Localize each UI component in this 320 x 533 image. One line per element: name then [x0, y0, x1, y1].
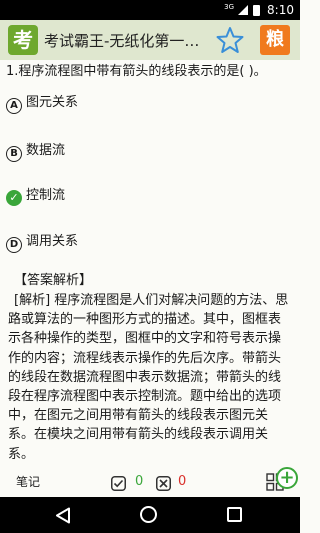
add-fab-button[interactable]: +	[276, 467, 298, 489]
analysis-heading: 【答案解析】	[14, 273, 93, 288]
ad-banner-icon[interactable]: 粮	[260, 25, 290, 55]
option-c[interactable]: ✓ 控制流	[6, 185, 286, 207]
status-bar: 3G 8:10	[0, 0, 300, 20]
question-text: 1.程序流程图中带有箭头的线段表示的是( )。	[6, 64, 267, 79]
app-logo-icon[interactable]: 考	[8, 25, 38, 55]
clock: 8:10	[267, 3, 294, 17]
bottom-toolbar: 笔记 0 0 +	[0, 467, 300, 497]
app-title: 考试霸王-无纸化第一…	[44, 32, 200, 50]
option-label: 数据流	[26, 143, 66, 158]
recent-apps-icon[interactable]	[227, 507, 242, 522]
correct-count: 0	[135, 474, 144, 489]
system-nav-bar	[0, 497, 300, 533]
option-b[interactable]: B 数据流	[6, 140, 286, 162]
app-bar: 考 考试霸王-无纸化第一… 粮	[0, 20, 300, 60]
back-icon[interactable]	[55, 507, 71, 524]
option-a[interactable]: A 图元关系	[6, 92, 286, 114]
home-icon[interactable]	[140, 506, 157, 523]
wrong-count-icon	[156, 476, 171, 491]
check-icon: ✓	[6, 190, 22, 206]
correct-count-icon	[111, 476, 126, 491]
signal-icon	[238, 5, 248, 15]
option-letter-d: D	[6, 237, 22, 253]
battery-icon	[253, 5, 260, 16]
note-button[interactable]: 笔记	[16, 473, 40, 490]
option-letter-a: A	[6, 98, 22, 114]
wrong-count: 0	[178, 474, 187, 489]
option-d[interactable]: D 调用关系	[6, 231, 286, 253]
option-label: 控制流	[26, 188, 66, 203]
network-type: 3G	[224, 3, 234, 11]
option-label: 图元关系	[26, 95, 79, 110]
option-label: 调用关系	[26, 234, 79, 249]
analysis-text: [解析] 程序流程图是人们对解决问题的方法、思路或算法的一种图形方式的描述。其中…	[8, 293, 289, 462]
star-icon[interactable]	[216, 26, 244, 54]
option-letter-b: B	[6, 146, 22, 162]
